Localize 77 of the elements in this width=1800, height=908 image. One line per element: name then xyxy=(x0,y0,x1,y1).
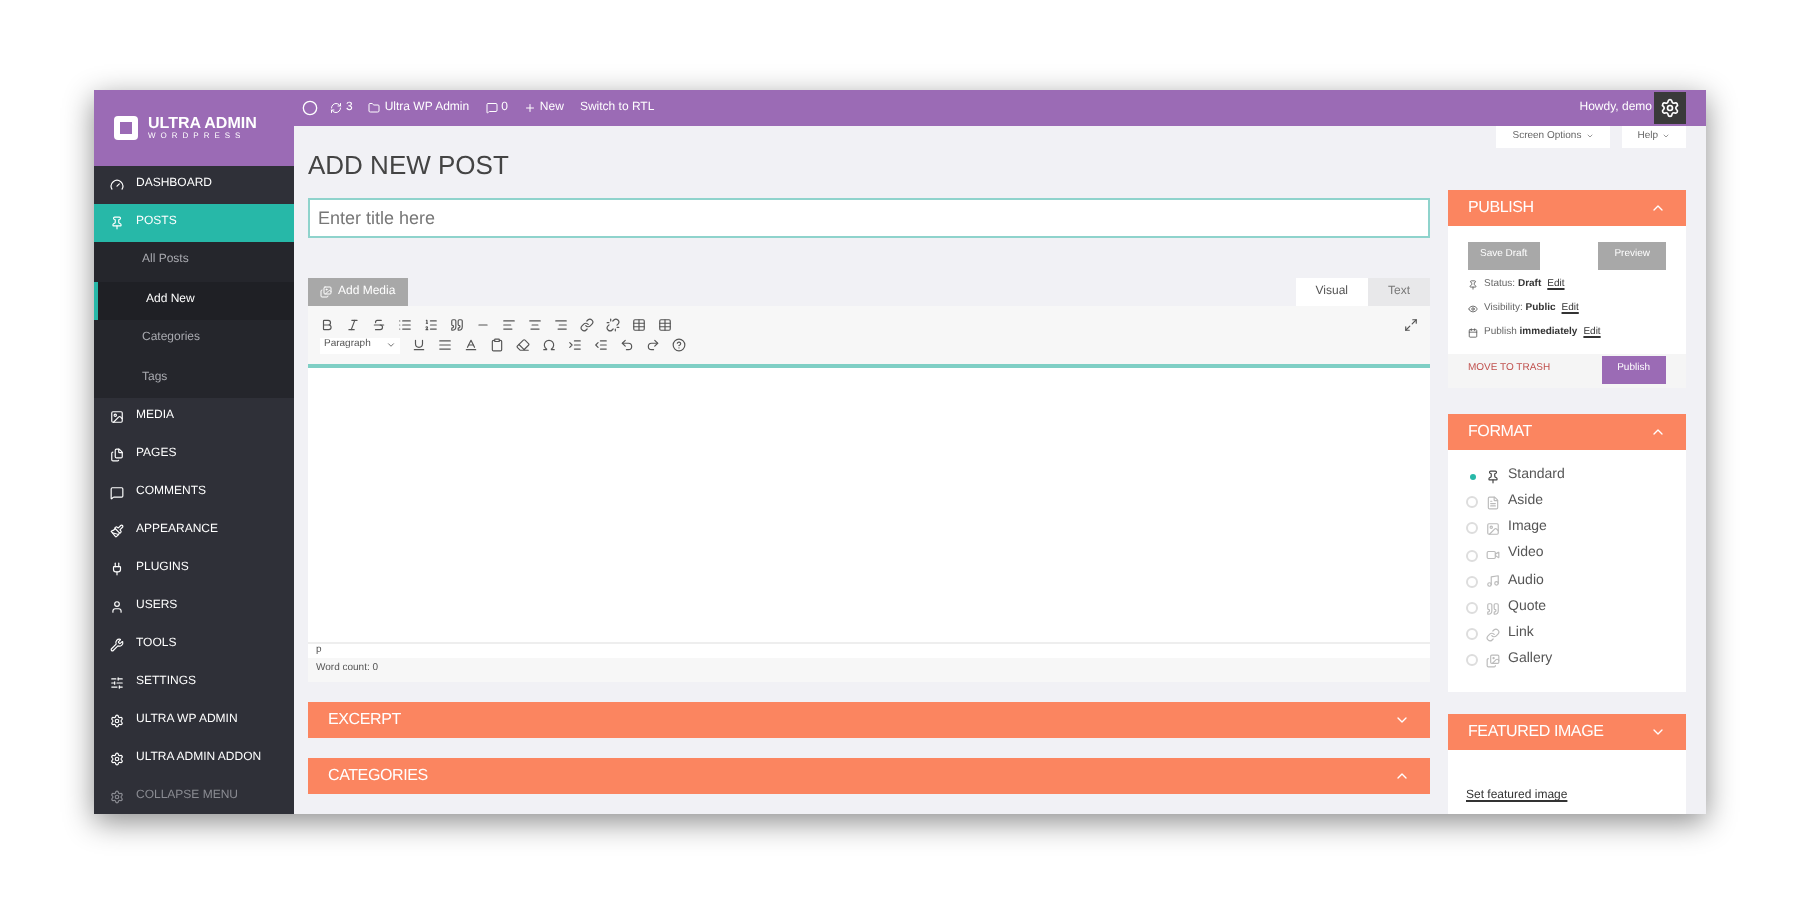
quote-icon[interactable] xyxy=(450,317,464,331)
plus-icon xyxy=(523,102,536,114)
unlink-icon[interactable] xyxy=(606,317,620,331)
underline-icon[interactable] xyxy=(412,338,426,352)
site-logo-icon[interactable] xyxy=(302,100,318,116)
box-title: PUBLISH xyxy=(1468,195,1534,220)
folder-icon xyxy=(368,102,381,114)
wrench-icon xyxy=(110,638,124,652)
pin-icon xyxy=(110,216,124,230)
pin-icon xyxy=(1486,469,1500,484)
collapse-icon[interactable] xyxy=(1394,768,1410,784)
link-icon xyxy=(1486,627,1500,642)
radio-button[interactable] xyxy=(1466,522,1478,535)
align-left-icon[interactable] xyxy=(502,317,516,331)
link-icon[interactable] xyxy=(580,317,594,331)
radio-button[interactable] xyxy=(1466,575,1478,588)
expand-icon[interactable] xyxy=(1394,712,1410,728)
settings-button[interactable] xyxy=(1654,92,1686,124)
eraser-icon[interactable] xyxy=(516,338,530,352)
box-title: FEATURED IMAGE xyxy=(1468,720,1604,744)
quote-icon xyxy=(1486,601,1500,616)
outdent-icon[interactable] xyxy=(594,338,608,352)
align-right-icon[interactable] xyxy=(554,317,568,331)
image-icon xyxy=(110,410,124,424)
eye-icon xyxy=(1468,303,1478,314)
box-title: FORMAT xyxy=(1468,419,1532,443)
title-field[interactable]: Enter title here xyxy=(308,198,1430,238)
redo-icon[interactable] xyxy=(646,338,660,352)
brush-icon xyxy=(110,524,124,538)
gallery-icon xyxy=(1486,653,1500,668)
music-note-icon xyxy=(1486,574,1500,589)
pages-icon xyxy=(110,448,124,462)
numbered-list-icon[interactable] xyxy=(424,317,438,331)
calendar-icon xyxy=(1468,327,1478,338)
bucket-logo-icon xyxy=(114,116,138,140)
user-icon xyxy=(110,600,124,614)
expand-icon[interactable] xyxy=(1650,724,1666,740)
text-color-icon[interactable] xyxy=(464,338,478,352)
undo-icon[interactable] xyxy=(620,338,634,352)
image-icon xyxy=(1486,521,1500,536)
speech-bubble-icon xyxy=(110,486,124,500)
paste-text-icon[interactable] xyxy=(490,338,504,352)
radio-button[interactable] xyxy=(1466,654,1478,667)
help-icon[interactable] xyxy=(672,338,686,352)
gear-icon xyxy=(110,752,124,766)
gauge-icon xyxy=(110,178,124,192)
media-icon xyxy=(320,286,332,298)
radio-button[interactable] xyxy=(1466,602,1478,615)
omega-icon[interactable] xyxy=(542,338,556,352)
radio-button[interactable] xyxy=(1466,496,1478,509)
indent-icon[interactable] xyxy=(568,338,582,352)
align-center-icon[interactable] xyxy=(528,317,542,331)
gear-icon xyxy=(110,790,124,804)
gear-icon xyxy=(1660,98,1680,118)
fullscreen-icon[interactable] xyxy=(1404,317,1418,331)
speech-bubble-icon xyxy=(485,102,498,114)
radio-button[interactable] xyxy=(1466,628,1478,641)
pin-icon xyxy=(1468,279,1478,290)
gear-icon xyxy=(110,714,124,728)
box-title: EXCERPT xyxy=(328,708,401,732)
page-title: ADD NEW POST xyxy=(308,148,511,182)
document-icon xyxy=(1486,495,1500,510)
radio-button[interactable] xyxy=(1466,549,1478,562)
strikethrough-icon[interactable] xyxy=(372,317,386,331)
bold-icon[interactable] xyxy=(320,317,334,331)
justify-icon[interactable] xyxy=(438,338,452,352)
toolbar-toggle-icon[interactable] xyxy=(658,317,672,331)
italic-icon[interactable] xyxy=(346,317,360,331)
bullet-list-icon[interactable] xyxy=(398,317,412,331)
logo-title: ULTRA ADMIN xyxy=(148,116,257,132)
plug-icon xyxy=(110,562,124,576)
caret-icon xyxy=(386,340,396,350)
read-more-icon[interactable] xyxy=(632,317,646,331)
refresh-icon xyxy=(330,102,342,114)
video-icon xyxy=(1486,548,1500,563)
box-title: CATEGORIES xyxy=(328,764,428,788)
sliders-icon xyxy=(110,676,124,690)
